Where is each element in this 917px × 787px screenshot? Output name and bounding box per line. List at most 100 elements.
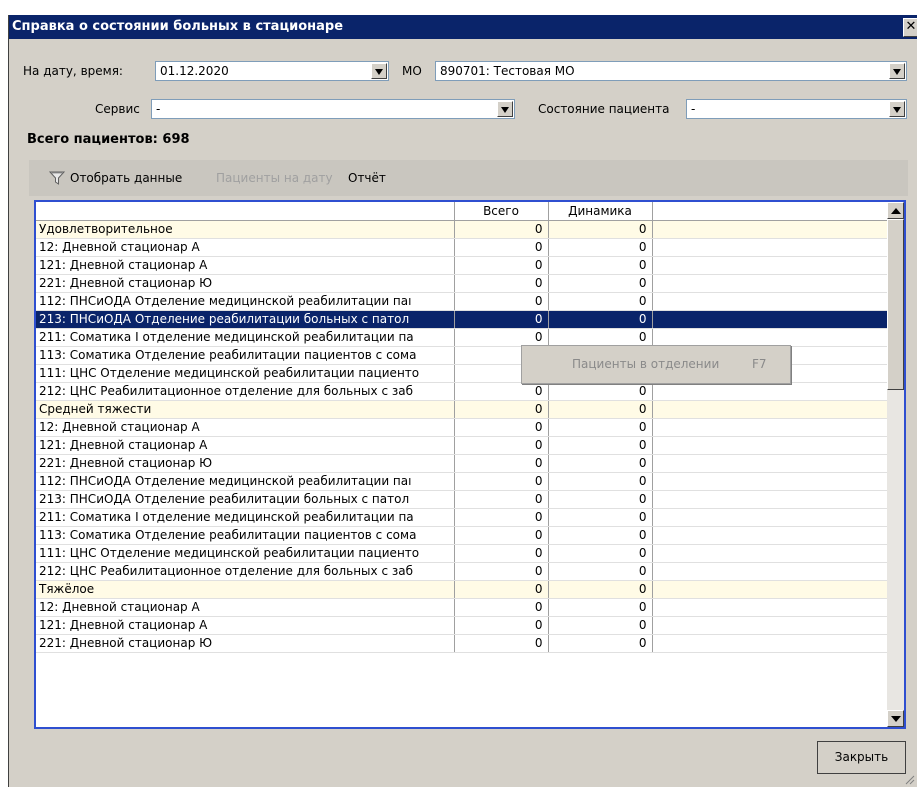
cell-name: 213: ПНСиОДА Отделение реабилитации боль… <box>36 310 455 329</box>
total-patients: Всего пациентов: 698 <box>27 132 190 147</box>
service-dropdown-button[interactable] <box>497 101 513 117</box>
vertical-scrollbar[interactable] <box>887 202 904 727</box>
cell-dynamics: 0 <box>548 220 653 239</box>
mo-select[interactable]: 890701: Тестовая МО <box>435 61 907 81</box>
service-value: - <box>156 102 161 116</box>
table-row[interactable]: 211: Соматика I отделение медицинской ре… <box>36 328 889 347</box>
table-row[interactable]: 212: ЦНС Реабилитационное отделение для … <box>36 562 889 581</box>
cell-total: 0 <box>454 292 549 311</box>
patients-on-date-button[interactable]: Пациенты на дату <box>216 171 333 185</box>
cell-empty <box>652 490 889 509</box>
resize-grip-icon[interactable] <box>903 773 915 785</box>
cell-name: 12: Дневной стационар А <box>36 238 455 257</box>
table-group-row[interactable]: Средней тяжести 0 0 <box>36 400 889 419</box>
table-group-row[interactable]: Тяжёлое 0 0 <box>36 580 889 599</box>
column-header-empty <box>652 202 889 221</box>
cell-empty <box>652 238 889 257</box>
cell-dynamics: 0 <box>548 544 653 563</box>
cell-empty <box>652 220 889 239</box>
scroll-down-button[interactable] <box>887 710 904 727</box>
cell-total: 0 <box>454 598 549 617</box>
report-button[interactable]: Отчёт <box>348 171 386 185</box>
cell-name: 112: ПНСиОДА Отделение медицинской реаби… <box>36 472 455 491</box>
cell-total: 0 <box>454 382 549 401</box>
table-header-row: Всего Динамика <box>36 202 889 221</box>
table-row[interactable]: 111: ЦНС Отделение медицинской реабилита… <box>36 544 889 563</box>
cell-dynamics: 0 <box>548 310 653 329</box>
cell-dynamics: 0 <box>548 328 653 347</box>
cell-empty <box>652 598 889 617</box>
patient-state-dropdown-button[interactable] <box>889 101 905 117</box>
cell-total: 0 <box>454 328 549 347</box>
cell-name: 112: ПНСиОДА Отделение медицинской реаби… <box>36 292 455 311</box>
cell-total: 0 <box>454 400 549 419</box>
table-row[interactable]: 113: Соматика Отделение реабилитации пац… <box>36 526 889 545</box>
table-row[interactable]: 121: Дневной стационар А00 <box>36 256 889 275</box>
service-select[interactable]: - <box>151 99 515 119</box>
window-close-button[interactable]: ✕ <box>903 18 917 37</box>
cell-empty <box>652 616 889 635</box>
cell-total: 0 <box>454 256 549 275</box>
cell-empty <box>652 472 889 491</box>
context-menu: Пациенты в отделении F7 <box>521 345 791 384</box>
cell-dynamics: 0 <box>548 580 653 599</box>
table-row[interactable]: 221: Дневной стационар Ю00 <box>36 454 889 473</box>
mo-dropdown-button[interactable] <box>889 63 905 79</box>
table-row[interactable]: 212: ЦНС Реабилитационное отделение для … <box>36 382 889 401</box>
date-dropdown-button[interactable] <box>371 63 387 79</box>
cell-dynamics: 0 <box>548 274 653 293</box>
window-title: Справка о состоянии больных в стационаре <box>12 19 344 34</box>
cell-total: 0 <box>454 508 549 527</box>
patient-state-select[interactable]: - <box>686 99 907 119</box>
column-header-dynamics[interactable]: Динамика <box>548 202 653 221</box>
date-field[interactable]: 01.12.2020 <box>155 61 389 81</box>
cell-name: Средней тяжести <box>36 400 455 419</box>
cell-dynamics: 0 <box>548 418 653 437</box>
cell-dynamics: 0 <box>548 598 653 617</box>
date-label: На дату, время: <box>23 64 123 78</box>
cell-dynamics: 0 <box>548 256 653 275</box>
cell-name: 12: Дневной стационар А <box>36 598 455 617</box>
cell-name: 111: ЦНС Отделение медицинской реабилита… <box>36 544 455 563</box>
table-row[interactable]: 112: ПНСиОДА Отделение медицинской реаби… <box>36 292 889 311</box>
table-row[interactable]: 12: Дневной стационар А00 <box>36 418 889 437</box>
cell-empty <box>652 436 889 455</box>
cell-total: 0 <box>454 562 549 581</box>
patient-state-value: - <box>691 102 696 116</box>
table-row[interactable]: 213: ПНСиОДА Отделение реабилитации боль… <box>36 490 889 509</box>
select-data-button[interactable]: Отобрать данные <box>70 171 182 185</box>
cell-total: 0 <box>454 274 549 293</box>
table-group-row[interactable]: Удовлетворительное 0 0 <box>36 220 889 239</box>
cell-name: 212: ЦНС Реабилитационное отделение для … <box>36 382 455 401</box>
cell-name: 111: ЦНС Отделение медицинской реабилита… <box>36 364 455 383</box>
patients-table: Всего Динамика Удовлетворительное 0 0 12: Д… <box>36 202 889 653</box>
cell-dynamics: 0 <box>548 526 653 545</box>
column-header-total[interactable]: Всего <box>454 202 549 221</box>
scroll-thumb[interactable] <box>887 219 904 390</box>
cell-empty <box>652 382 889 401</box>
table-row[interactable]: 221: Дневной стационар Ю00 <box>36 274 889 293</box>
cell-name: 113: Соматика Отделение реабилитации пац… <box>36 526 455 545</box>
table-row[interactable]: 12: Дневной стационар А00 <box>36 238 889 257</box>
scroll-up-button[interactable] <box>887 202 904 219</box>
table-row[interactable]: 121: Дневной стационар А00 <box>36 616 889 635</box>
patients-grid[interactable]: Всего Динамика Удовлетворительное 0 0 12: Д… <box>34 200 906 729</box>
context-menu-item-patients-in-department[interactable]: Пациенты в отделении <box>572 357 719 371</box>
cell-empty <box>652 580 889 599</box>
table-row[interactable]: 121: Дневной стационар А00 <box>36 436 889 455</box>
title-bar[interactable]: Справка о состоянии больных в стационаре… <box>9 15 917 39</box>
table-row[interactable]: 221: Дневной стационар Ю00 <box>36 634 889 653</box>
cell-empty <box>652 400 889 419</box>
table-row[interactable]: 12: Дневной стационар А00 <box>36 598 889 617</box>
table-row[interactable]: 213: ПНСиОДА Отделение реабилитации боль… <box>36 310 889 329</box>
cell-name: 113: Соматика Отделение реабилитации пац… <box>36 346 455 365</box>
cell-total: 0 <box>454 238 549 257</box>
cell-dynamics: 0 <box>548 400 653 419</box>
close-button[interactable]: Закрыть <box>817 741 906 774</box>
table-row[interactable]: 211: Соматика I отделение медицинской ре… <box>36 508 889 527</box>
cell-total: 0 <box>454 310 549 329</box>
cell-empty <box>652 256 889 275</box>
cell-empty <box>652 328 889 347</box>
column-header-name[interactable] <box>36 202 455 221</box>
table-row[interactable]: 112: ПНСиОДА Отделение медицинской реаби… <box>36 472 889 491</box>
